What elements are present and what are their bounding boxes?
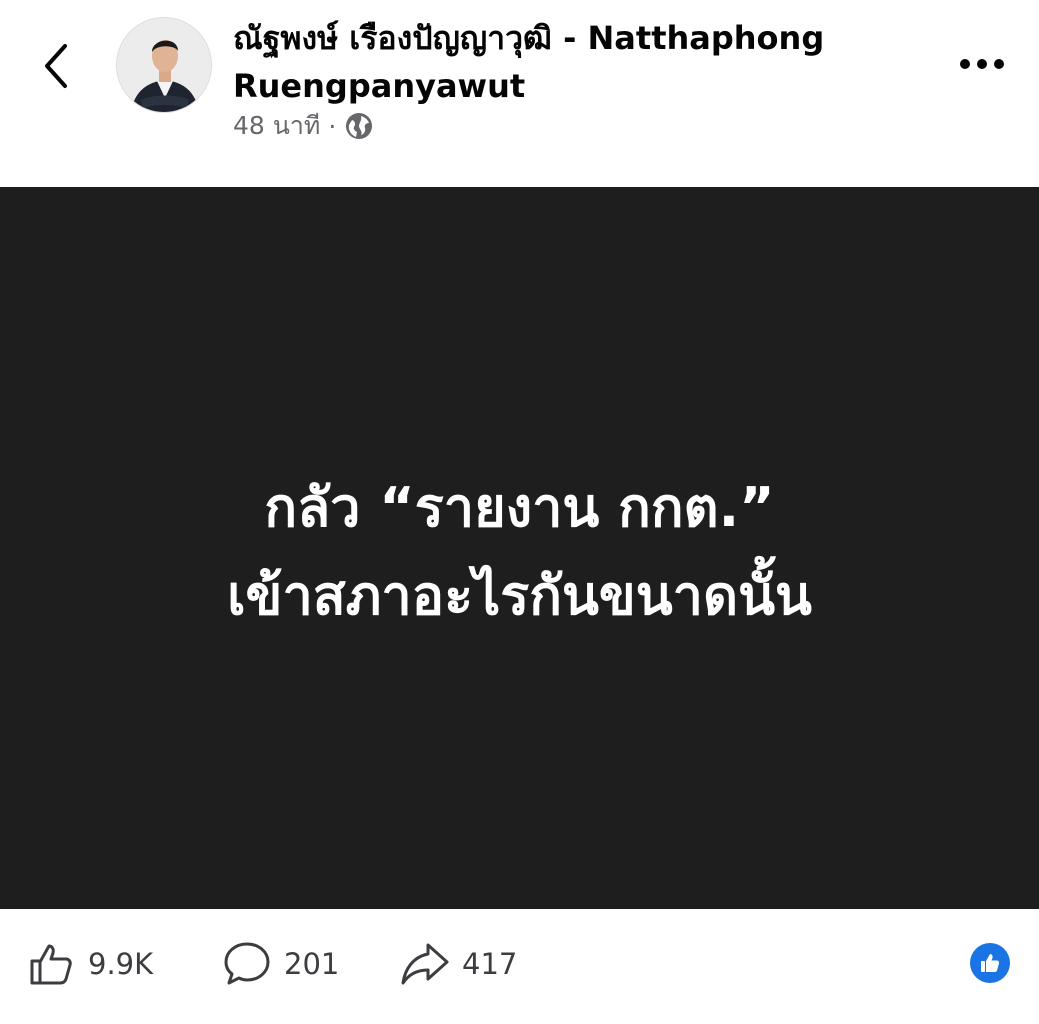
thumbs-up-icon xyxy=(30,944,72,985)
more-horizontal-icon xyxy=(960,59,1004,69)
author-avatar[interactable] xyxy=(116,17,212,113)
post-timestamp[interactable]: 48 นาที xyxy=(233,106,320,146)
back-button[interactable] xyxy=(34,40,78,92)
post-text-line-2: เข้าสภาอะไรกันขนาดนั้น xyxy=(227,564,812,627)
meta-separator: · xyxy=(328,111,337,141)
post-text: กลัว “รายงาน กกต.” เข้าสภาอะไรกันขนาดนั้… xyxy=(227,464,812,640)
post-meta: 48 นาที · xyxy=(233,108,374,144)
post-image[interactable]: กลัว “รายงาน กกต.” เข้าสภาอะไรกันขนาดนั้… xyxy=(0,187,1039,909)
like-reaction-icon[interactable] xyxy=(970,943,1010,983)
next-content-peek xyxy=(0,1016,1039,1024)
post-actions-bar: 9.9K 201 417 xyxy=(0,930,1039,998)
chevron-left-icon xyxy=(45,44,67,88)
globe-icon[interactable] xyxy=(344,111,374,141)
comment-count: 201 xyxy=(284,947,340,981)
author-name-link[interactable]: ณัฐพงษ์ เรืองปัญญาวุฒิ - Natthaphong Rue… xyxy=(233,14,883,110)
like-count: 9.9K xyxy=(88,947,154,981)
post-view: ณัฐพงษ์ เรืองปัญญาวุฒิ - Natthaphong Rue… xyxy=(0,0,1039,1024)
more-options-button[interactable] xyxy=(956,46,1008,82)
avatar-image xyxy=(117,18,211,112)
post-text-line-1: กลัว “รายงาน กกต.” xyxy=(264,476,775,539)
comment-button[interactable]: 201 xyxy=(222,930,339,998)
share-count: 417 xyxy=(462,947,518,981)
like-button[interactable]: 9.9K xyxy=(28,930,153,998)
share-button[interactable]: 417 xyxy=(400,930,517,998)
comment-bubble-icon xyxy=(224,942,270,985)
share-arrow-icon xyxy=(401,943,449,985)
thumbs-up-filled-icon xyxy=(981,954,1000,972)
